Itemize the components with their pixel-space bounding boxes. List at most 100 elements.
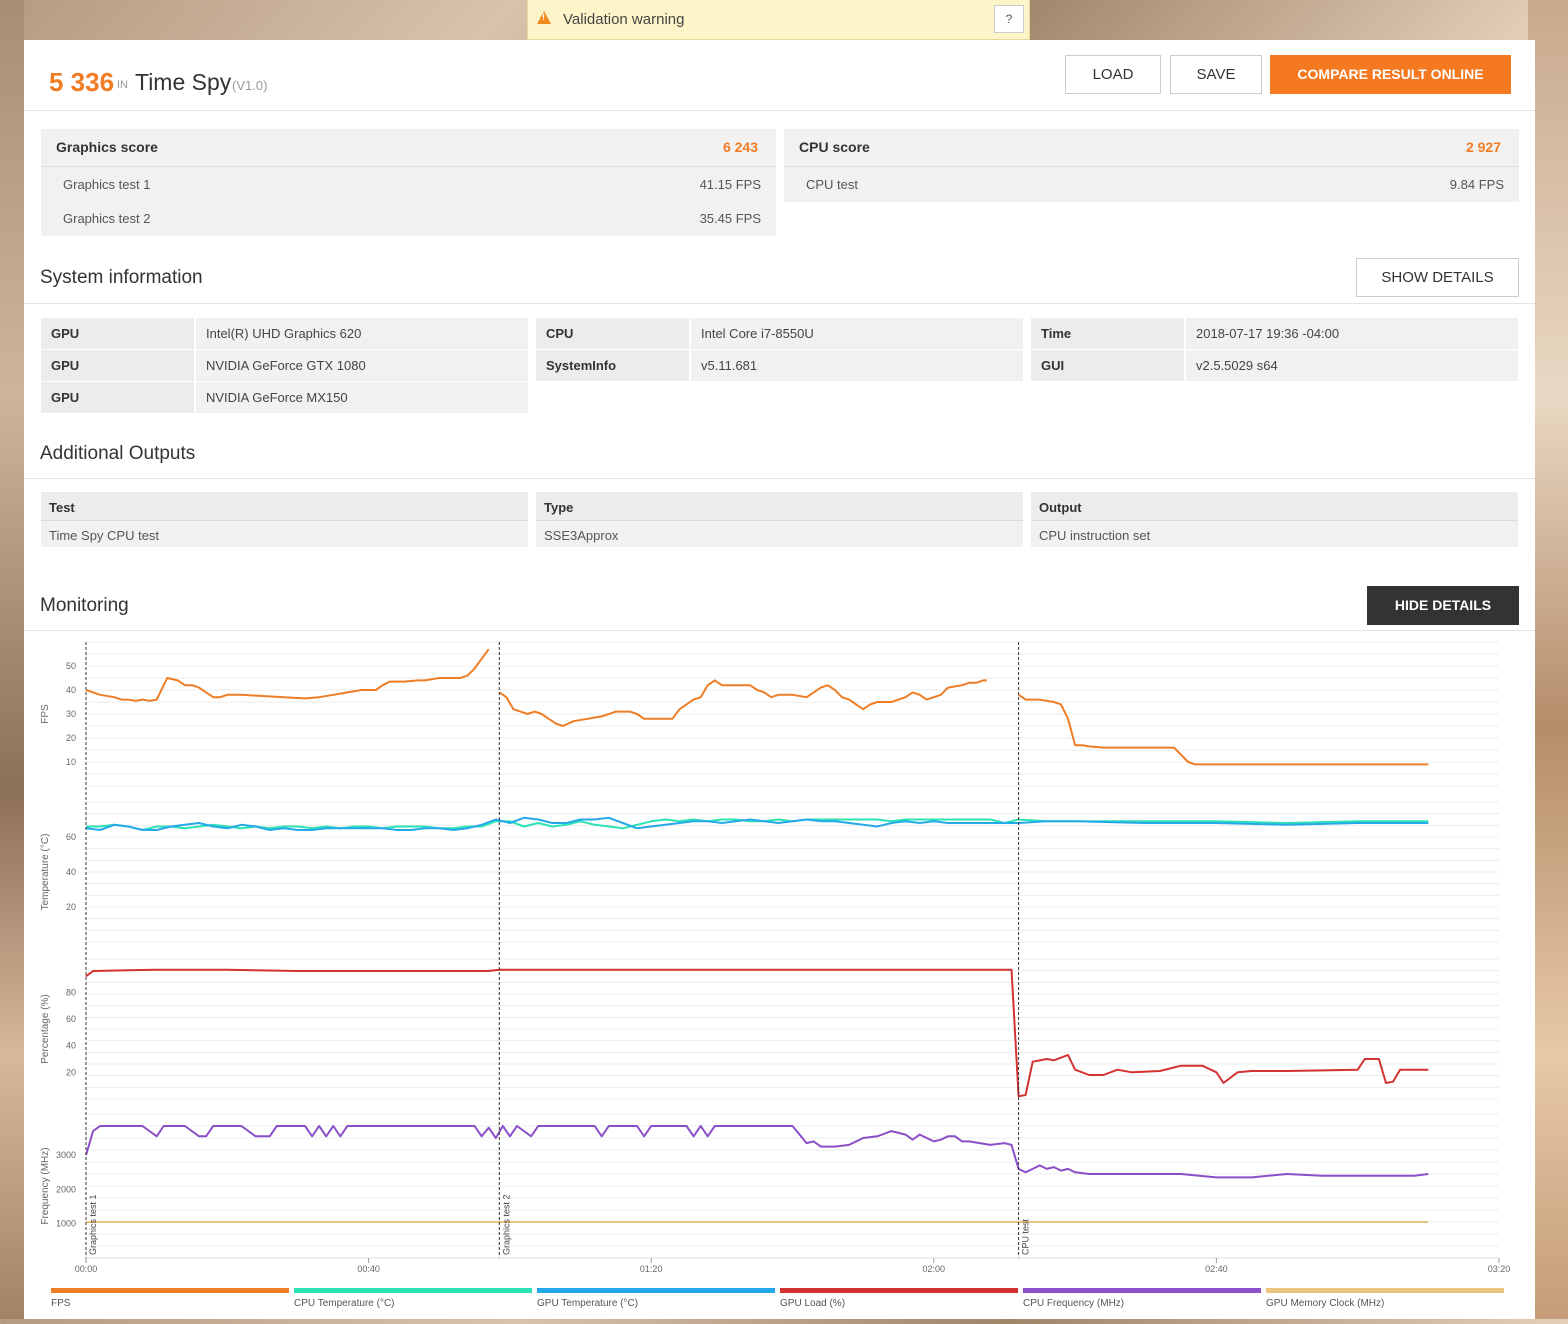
additional-output-column: Output CPU instruction set (1031, 492, 1518, 547)
graphics-score-box: Graphics score 6 243 Graphics test 1 41.… (41, 129, 776, 236)
sysinfo-key: CPU (546, 326, 574, 341)
load-button[interactable]: LOAD (1065, 55, 1161, 94)
sysinfo-key: GUI (1041, 358, 1065, 373)
help-button[interactable]: ? (994, 5, 1024, 33)
overall-score: 5 336 (49, 67, 115, 97)
divider (24, 630, 1535, 631)
legend-label: GPU Memory Clock (MHz) (1266, 1298, 1384, 1309)
sysinfo-value: Intel Core i7-8550U (701, 326, 814, 341)
legend-swatch (1023, 1288, 1261, 1293)
monitoring-chart-svg: 10 20 30 40 50 FPS 20 40 60 Temperature (°C) 20 40 6… (40, 641, 1511, 1309)
save-button[interactable]: SAVE (1170, 55, 1262, 94)
legend-swatch (294, 1288, 532, 1293)
sysinfo-value: v2.5.5029 s64 (1196, 358, 1278, 373)
benchmark-name: Time Spy (135, 69, 232, 95)
y-tick-label: 20 (66, 733, 76, 743)
result-panel: 5 336 IN Time Spy (V1.0) LOAD SAVE COMPA… (24, 40, 1535, 1319)
cpu-score-box: CPU score 2 927 CPU test 9.84 FPS (784, 129, 1519, 202)
series-line (85, 648, 490, 702)
compare-result-online-button[interactable]: COMPARE RESULT ONLINE (1270, 55, 1511, 94)
sysinfo-row: SystemInfo v5.11.681 (536, 350, 1023, 381)
y-tick-label: 60 (66, 832, 76, 842)
sysinfo-value: 2018-07-17 19:36 -04:00 (1196, 326, 1340, 341)
x-tick-label: 03:20 (1488, 1264, 1511, 1274)
legend-swatch (780, 1288, 1018, 1293)
graphics-test-label: Graphics test 1 (63, 177, 151, 192)
warning-icon (537, 11, 551, 24)
series-line (85, 968, 1429, 1098)
column-value: CPU instruction set (1039, 528, 1151, 543)
cpu-test-label: CPU test (806, 177, 859, 192)
x-tick-label: 02:00 (923, 1264, 946, 1274)
x-tick-label: 02:40 (1205, 1264, 1228, 1274)
sysinfo-row: GPU NVIDIA GeForce MX150 (41, 382, 528, 413)
series-line (85, 816, 1429, 831)
additional-output-column: Test Time Spy CPU test (41, 492, 528, 547)
cpu-test-value: 9.84 FPS (1449, 177, 1504, 192)
graphics-score-value: 6 243 (722, 139, 758, 155)
legend-label: CPU Frequency (MHz) (1023, 1298, 1124, 1309)
sysinfo-row: Time 2018-07-17 19:36 -04:00 (1031, 318, 1518, 349)
sysinfo-row: GPU Intel(R) UHD Graphics 620 (41, 318, 528, 349)
cpu-test-row: CPU test 9.84 FPS (784, 168, 1519, 202)
sysinfo-key: SystemInfo (546, 358, 617, 373)
cpu-score-header: CPU score 2 927 (784, 129, 1519, 167)
graphics-test-row: Graphics test 2 35.45 FPS (41, 202, 776, 236)
column-header: Test (49, 500, 75, 515)
validation-warning-text: Validation warning (563, 11, 685, 28)
y-tick-label: 10 (66, 757, 76, 767)
y-axis-label: Percentage (%) (40, 994, 51, 1063)
y-tick-label: 80 (66, 987, 76, 997)
divider (24, 478, 1535, 479)
legend-swatch (537, 1288, 775, 1293)
graphics-test-value: 35.45 FPS (699, 211, 761, 226)
y-axis-label: Frequency (MHz) (40, 1147, 51, 1224)
cpu-score-value: 2 927 (1465, 139, 1501, 155)
column-header: Output (1039, 500, 1082, 515)
graphics-test-label: Graphics test 2 (63, 211, 151, 226)
legend-label: GPU Load (%) (780, 1298, 845, 1309)
system-information-title: System information (40, 267, 203, 288)
sysinfo-row: CPU Intel Core i7-8550U (536, 318, 1023, 349)
sysinfo-value: v5.11.681 (701, 358, 758, 373)
series-line (498, 679, 987, 727)
additional-output-column: Type SSE3Approx (536, 492, 1023, 547)
x-tick-label: 01:20 (640, 1264, 663, 1274)
legend-label: FPS (51, 1298, 71, 1309)
show-details-button[interactable]: SHOW DETAILS (1356, 258, 1519, 297)
column-header: Type (544, 500, 574, 515)
sysinfo-row: GPU NVIDIA GeForce GTX 1080 (41, 350, 528, 381)
sysinfo-key: GPU (51, 390, 80, 405)
legend-label: GPU Temperature (°C) (537, 1298, 638, 1309)
y-tick-label: 20 (66, 902, 76, 912)
graphics-test-value: 41.15 FPS (699, 177, 761, 192)
x-tick-label: 00:00 (75, 1264, 98, 1274)
legend-label: CPU Temperature (°C) (294, 1298, 395, 1309)
test-marker-label: CPU test (1021, 1218, 1031, 1255)
cpu-score-label: CPU score (799, 139, 870, 155)
y-tick-label: 1000 (56, 1219, 76, 1229)
y-tick-label: 50 (66, 661, 76, 671)
y-axis-label: Temperature (°C) (40, 834, 51, 911)
sysinfo-key: Time (1041, 326, 1072, 341)
sysinfo-value: NVIDIA GeForce GTX 1080 (206, 358, 366, 373)
score-in-label: IN (117, 79, 128, 91)
y-tick-label: 20 (66, 1067, 76, 1077)
legend-swatch (51, 1288, 289, 1293)
sysinfo-value: NVIDIA GeForce MX150 (206, 390, 348, 405)
sysinfo-key: GPU (51, 358, 80, 373)
test-marker-label: Graphics test 2 (501, 1194, 511, 1255)
column-value: Time Spy CPU test (49, 528, 160, 543)
graphics-score-label: Graphics score (56, 139, 158, 155)
y-tick-label: 3000 (56, 1150, 76, 1160)
hide-details-button[interactable]: HIDE DETAILS (1367, 586, 1519, 625)
benchmark-version: (V1.0) (232, 78, 268, 93)
y-tick-label: 30 (66, 709, 76, 719)
x-tick-label: 00:40 (357, 1264, 380, 1274)
legend-swatch (1266, 1288, 1504, 1293)
y-tick-label: 40 (66, 867, 76, 877)
divider (24, 303, 1535, 304)
monitoring-chart: 10 20 30 40 50 FPS 20 40 60 Temperature (°C) 20 40 6… (24, 632, 1535, 1319)
y-axis-label: FPS (40, 704, 51, 724)
validation-warning-bar[interactable]: Validation warning ? (527, 0, 1030, 40)
